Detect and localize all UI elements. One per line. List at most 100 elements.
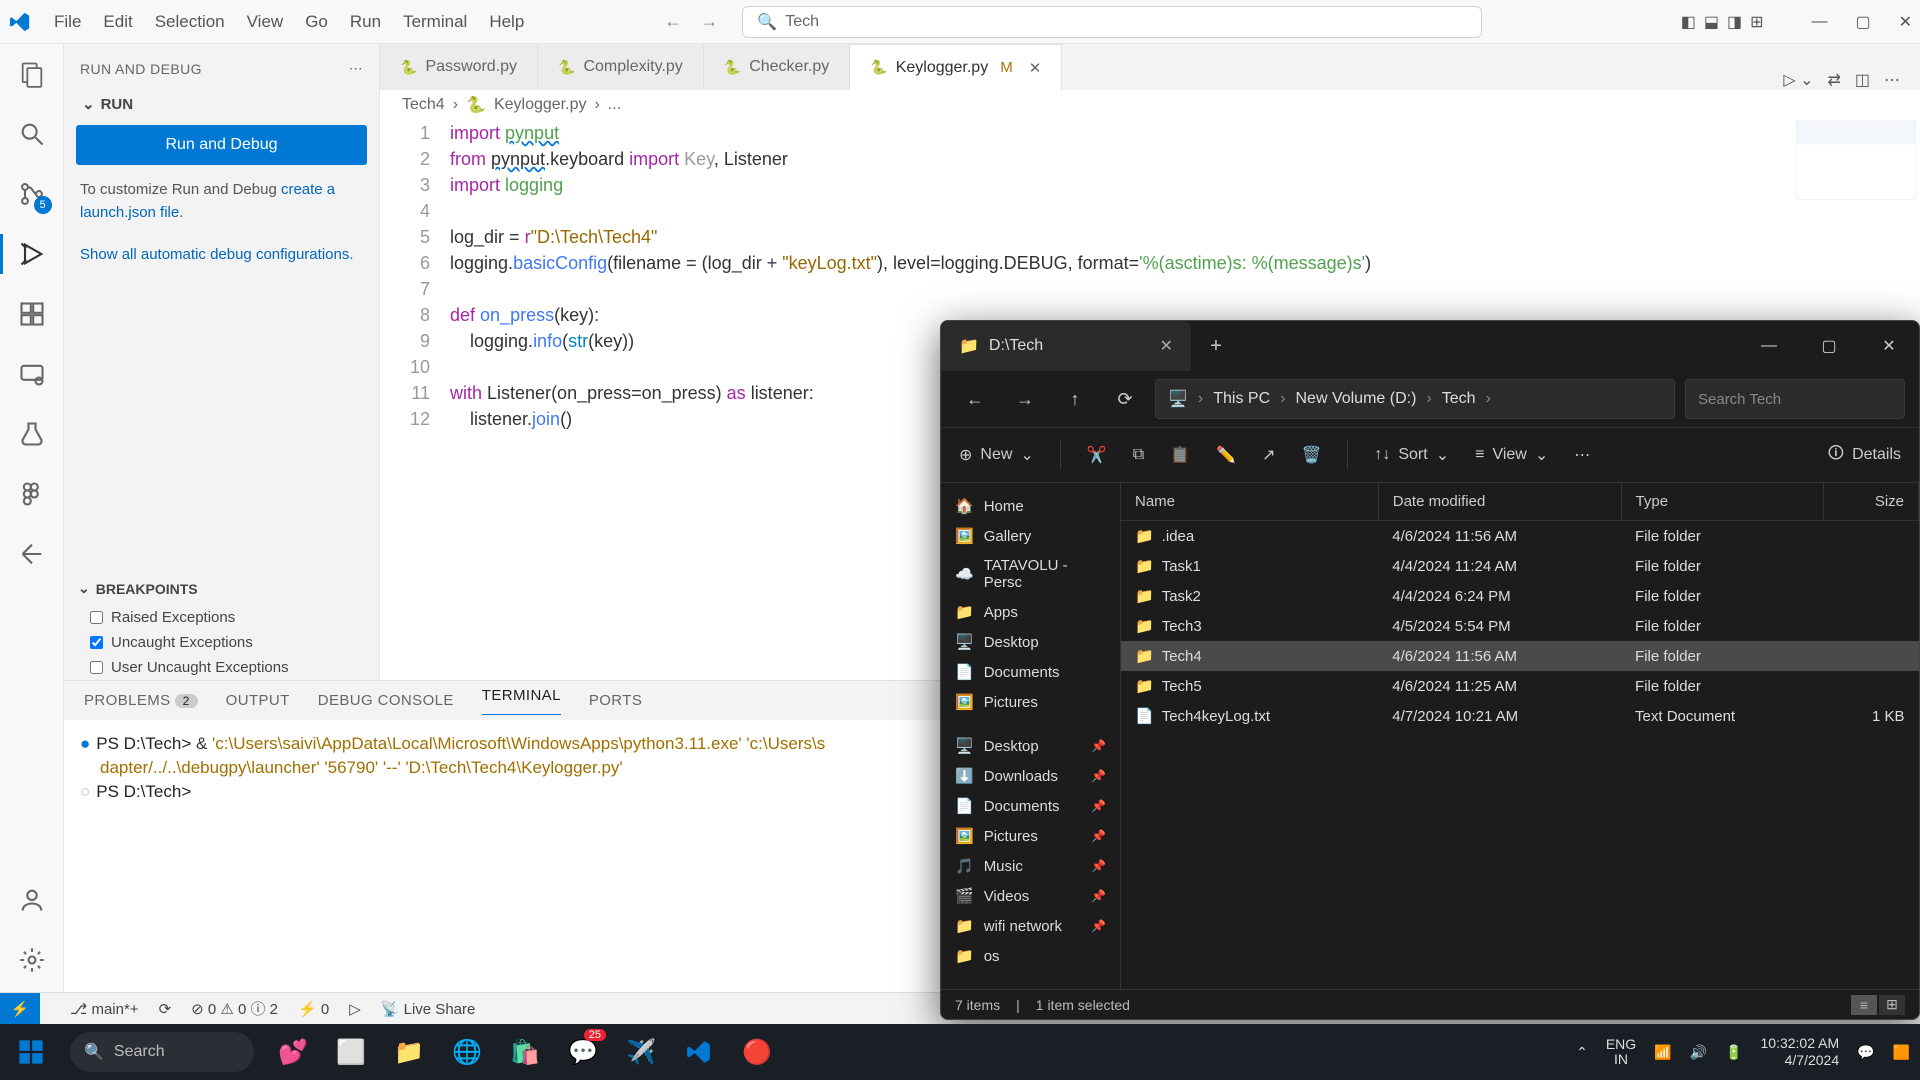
explorer-new-button[interactable]: ⊕New ⌄	[959, 445, 1034, 465]
explorer-new-tab[interactable]: +	[1191, 335, 1241, 358]
tray-language[interactable]: ENGIN	[1606, 1037, 1636, 1068]
tray-wifi-icon[interactable]: 📶	[1654, 1044, 1671, 1061]
run-and-debug-button[interactable]: Run and Debug	[76, 125, 367, 165]
activity-scm-icon[interactable]: 5	[14, 176, 50, 212]
explorer-titlebar[interactable]: 📁 D:\Tech ✕ + — ▢ ✕	[941, 321, 1919, 371]
activity-figma-icon[interactable]	[14, 476, 50, 512]
status-ports[interactable]: ⚡ 0	[298, 1000, 329, 1018]
explorer-maximize-icon[interactable]: ▢	[1799, 321, 1859, 371]
menu-run[interactable]: Run	[340, 6, 391, 38]
menu-edit[interactable]: Edit	[93, 6, 142, 38]
nav-item[interactable]: 📁wifi network📌	[941, 911, 1120, 941]
layout-primary-icon[interactable]: ◧	[1681, 12, 1696, 32]
menu-terminal[interactable]: Terminal	[393, 6, 477, 38]
col-date[interactable]: Date modified	[1378, 483, 1621, 521]
view-details-icon[interactable]: ≡	[1851, 995, 1877, 1015]
explorer-rename-icon[interactable]: ✏️	[1216, 445, 1236, 465]
taskbar-store-icon[interactable]: 🛍️	[504, 1031, 546, 1073]
taskbar-telegram-icon[interactable]: ✈️	[620, 1031, 662, 1073]
sidebar-more-icon[interactable]: ⋯	[349, 60, 363, 77]
panel-debug-console[interactable]: DEBUG CONSOLE	[318, 692, 454, 709]
activity-extensions-icon[interactable]	[14, 296, 50, 332]
nav-item[interactable]: 🖼️Gallery	[941, 521, 1120, 551]
bp-uncaught-exceptions[interactable]: Uncaught Exceptions	[78, 630, 365, 655]
explorer-delete-icon[interactable]: 🗑️	[1301, 445, 1321, 465]
taskbar-widget-icon[interactable]: 💕	[272, 1031, 314, 1073]
nav-item[interactable]: ☁️TATAVOLU - Persc	[941, 551, 1120, 597]
layout-customize-icon[interactable]: ⊞	[1750, 12, 1763, 32]
breadcrumb[interactable]: Tech4 › 🐍 Keylogger.py › ...	[380, 90, 1920, 120]
status-problems[interactable]: ⊘ 0 ⚠ 0 ⓘ 2	[191, 998, 278, 1019]
tab-keylogger[interactable]: 🐍Keylogger.pyM✕	[850, 44, 1062, 90]
nav-forward-icon[interactable]: →	[700, 11, 718, 32]
breadcrumb-tail[interactable]: ...	[608, 96, 621, 114]
bp-user-uncaught-exceptions[interactable]: User Uncaught Exceptions	[78, 655, 365, 680]
activity-search-icon[interactable]	[14, 116, 50, 152]
tray-battery-icon[interactable]: 🔋	[1725, 1044, 1742, 1061]
menu-file[interactable]: File	[44, 6, 91, 38]
file-row[interactable]: 📁Tech34/5/2024 5:54 PMFile folder	[1121, 611, 1919, 641]
menu-go[interactable]: Go	[295, 6, 338, 38]
status-sync[interactable]: ⟳	[159, 1000, 172, 1018]
file-row[interactable]: 📁Tech44/6/2024 11:56 AMFile folder	[1121, 641, 1919, 671]
taskbar-chrome-icon[interactable]: 🔴	[736, 1031, 778, 1073]
tab-close-icon[interactable]: ✕	[1029, 59, 1042, 77]
file-row[interactable]: 📁Tech54/6/2024 11:25 AMFile folder	[1121, 671, 1919, 701]
crumb-tech[interactable]: Tech	[1442, 390, 1476, 408]
nav-back-icon[interactable]: ←	[664, 11, 682, 32]
explorer-tab[interactable]: 📁 D:\Tech ✕	[941, 321, 1191, 371]
window-minimize-icon[interactable]: —	[1811, 13, 1827, 31]
editor-more-icon[interactable]: ⋯	[1884, 70, 1900, 90]
explorer-refresh-icon[interactable]: ⟳	[1105, 379, 1145, 419]
explorer-minimize-icon[interactable]: —	[1739, 321, 1799, 371]
tray-chevron-icon[interactable]: ⌃	[1576, 1044, 1588, 1061]
taskbar-vscode-icon[interactable]	[678, 1031, 720, 1073]
explorer-up-icon[interactable]: ↑	[1055, 379, 1095, 419]
explorer-sort-button[interactable]: ↑↓ Sort ⌄	[1374, 445, 1449, 465]
file-row[interactable]: 📄Tech4keyLog.txt4/7/2024 10:21 AMText Do…	[1121, 701, 1919, 731]
bp-uncaught-checkbox[interactable]	[90, 636, 103, 649]
explorer-share-icon[interactable]: ↗	[1262, 445, 1275, 465]
explorer-details-button[interactable]: 🛈 Details	[1828, 442, 1901, 469]
nav-item[interactable]: 📁os	[941, 941, 1120, 971]
tray-copilot-icon[interactable]: 🟧	[1893, 1044, 1910, 1061]
tray-volume-icon[interactable]: 🔊	[1690, 1044, 1707, 1061]
nav-item[interactable]: 📄Documents	[941, 657, 1120, 687]
taskbar-taskview-icon[interactable]: ⬜	[330, 1031, 372, 1073]
status-debug-run[interactable]: ▷	[349, 1000, 361, 1018]
tray-notifications-icon[interactable]: 💬	[1857, 1044, 1874, 1061]
start-button[interactable]	[10, 1031, 52, 1073]
file-row[interactable]: 📁Task24/4/2024 6:24 PMFile folder	[1121, 581, 1919, 611]
explorer-paste-icon[interactable]: 📋	[1170, 445, 1190, 465]
bp-user-uncaught-checkbox[interactable]	[90, 661, 103, 674]
layout-secondary-icon[interactable]: ◨	[1727, 12, 1742, 32]
nav-item[interactable]: 📁Apps	[941, 597, 1120, 627]
tray-clock[interactable]: 10:32:02 AM4/7/2024	[1761, 1035, 1840, 1069]
activity-settings-icon[interactable]	[14, 942, 50, 978]
menu-help[interactable]: Help	[479, 6, 534, 38]
activity-share-icon[interactable]	[14, 536, 50, 572]
tab-close-icon[interactable]: ✕	[1160, 336, 1173, 356]
explorer-copy-icon[interactable]: ⧉	[1133, 446, 1144, 464]
nav-item[interactable]: 🎵Music📌	[941, 851, 1120, 881]
explorer-more-icon[interactable]: ⋯	[1574, 445, 1590, 465]
file-row[interactable]: 📁.idea4/6/2024 11:56 AMFile folder	[1121, 521, 1919, 552]
nav-item[interactable]: 🖼️Pictures	[941, 687, 1120, 717]
status-branch[interactable]: ⎇ main*+	[70, 1000, 139, 1018]
run-file-icon[interactable]: ▷ ⌄	[1783, 70, 1813, 90]
breadcrumb-file[interactable]: Keylogger.py	[494, 96, 587, 114]
panel-terminal[interactable]: TERMINAL	[482, 687, 561, 715]
taskbar-edge-icon[interactable]: 🌐	[446, 1031, 488, 1073]
window-maximize-icon[interactable]: ▢	[1855, 12, 1870, 32]
crumb-thispc[interactable]: This PC	[1213, 390, 1270, 408]
activity-testing-icon[interactable]	[14, 416, 50, 452]
window-close-icon[interactable]: ✕	[1899, 12, 1912, 32]
bp-raised-checkbox[interactable]	[90, 611, 103, 624]
panel-ports[interactable]: PORTS	[589, 692, 642, 709]
menu-selection[interactable]: Selection	[145, 6, 235, 38]
col-type[interactable]: Type	[1621, 483, 1823, 521]
bp-raised-exceptions[interactable]: Raised Exceptions	[78, 605, 365, 630]
compare-icon[interactable]: ⇄	[1827, 70, 1840, 90]
explorer-address-bar[interactable]: 🖥️› This PC› New Volume (D:)› Tech›	[1155, 379, 1675, 419]
run-section-header[interactable]: ⌄RUN	[76, 87, 367, 121]
